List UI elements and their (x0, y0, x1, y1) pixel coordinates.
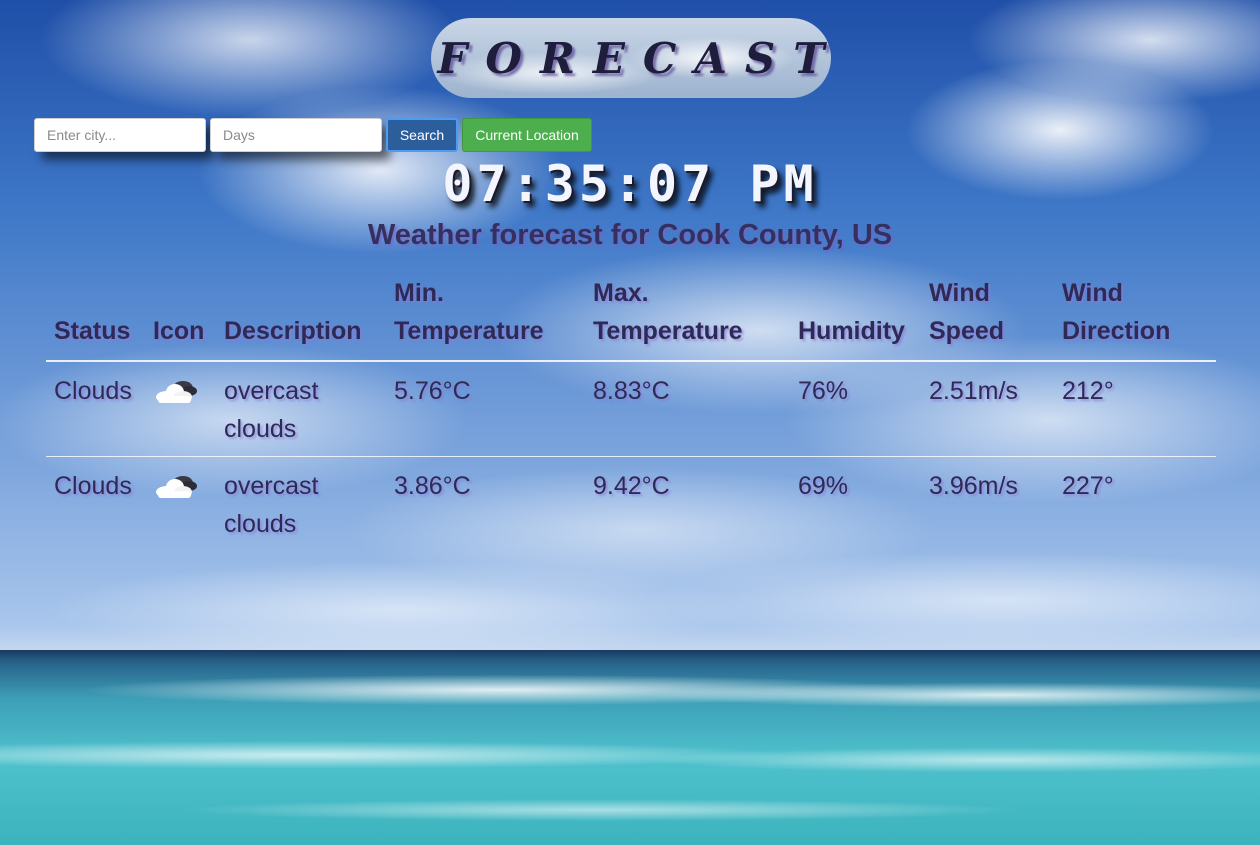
min-temperature-cell: 3.86°C (394, 472, 471, 500)
cloud-icon (156, 476, 197, 498)
max-temperature-cell: 8.83°C (585, 361, 790, 457)
clock-display: 07:35:07 PM (442, 155, 818, 213)
table-row: Clouds overcast clouds 3.86°C 9.42°C 69% … (46, 457, 1216, 552)
max-temperature-cell: 9.42°C (593, 472, 670, 500)
table-row: Clouds overcast clouds 5.76°C 8.83°C 76% … (46, 361, 1216, 457)
current-location-button[interactable]: Current Location (462, 118, 592, 152)
column-header-max-temperature: Max. Temperature (585, 270, 790, 362)
wind-direction-cell: 212° (1054, 361, 1216, 457)
days-input[interactable] (210, 118, 382, 152)
description-cell: overcast clouds (216, 361, 386, 457)
status-cell: Clouds (46, 361, 145, 457)
app-title: FORECAST (437, 33, 843, 83)
wind-speed-cell: 2.51m/s (921, 361, 1054, 457)
column-header-humidity: Humidity (790, 270, 921, 362)
status-cell: Clouds (54, 472, 132, 500)
forecast-table: Status Icon Description Min. Temperature … (46, 270, 1216, 551)
search-button[interactable]: Search (386, 118, 458, 152)
column-header-description: Description (216, 270, 386, 362)
wind-direction-cell: 227° (1062, 472, 1114, 500)
humidity-cell: 69% (798, 472, 849, 500)
humidity-cell: 76% (790, 361, 921, 457)
description-cell: overcast clouds (224, 472, 319, 538)
search-bar: Search Current Location (34, 117, 592, 153)
table-header-row: Status Icon Description Min. Temperature … (46, 270, 1216, 362)
wind-speed-cell: 3.96m/s (929, 472, 1018, 500)
min-temperature-cell: 5.76°C (386, 361, 585, 457)
icon-cell (145, 457, 216, 552)
cloud-icon (156, 381, 197, 403)
app-title-banner: FORECAST (431, 18, 831, 98)
forecast-heading: Weather forecast for Cook County, US (367, 219, 893, 251)
ocean-background (0, 650, 1260, 845)
column-header-wind-speed: Wind Speed (921, 270, 1054, 362)
city-input[interactable] (34, 118, 206, 152)
column-header-wind-direction: Wind Direction (1054, 270, 1216, 362)
column-header-icon: Icon (145, 270, 216, 362)
column-header-status: Status (46, 270, 145, 362)
icon-cell (145, 361, 216, 457)
column-header-min-temperature: Min. Temperature (386, 270, 585, 362)
